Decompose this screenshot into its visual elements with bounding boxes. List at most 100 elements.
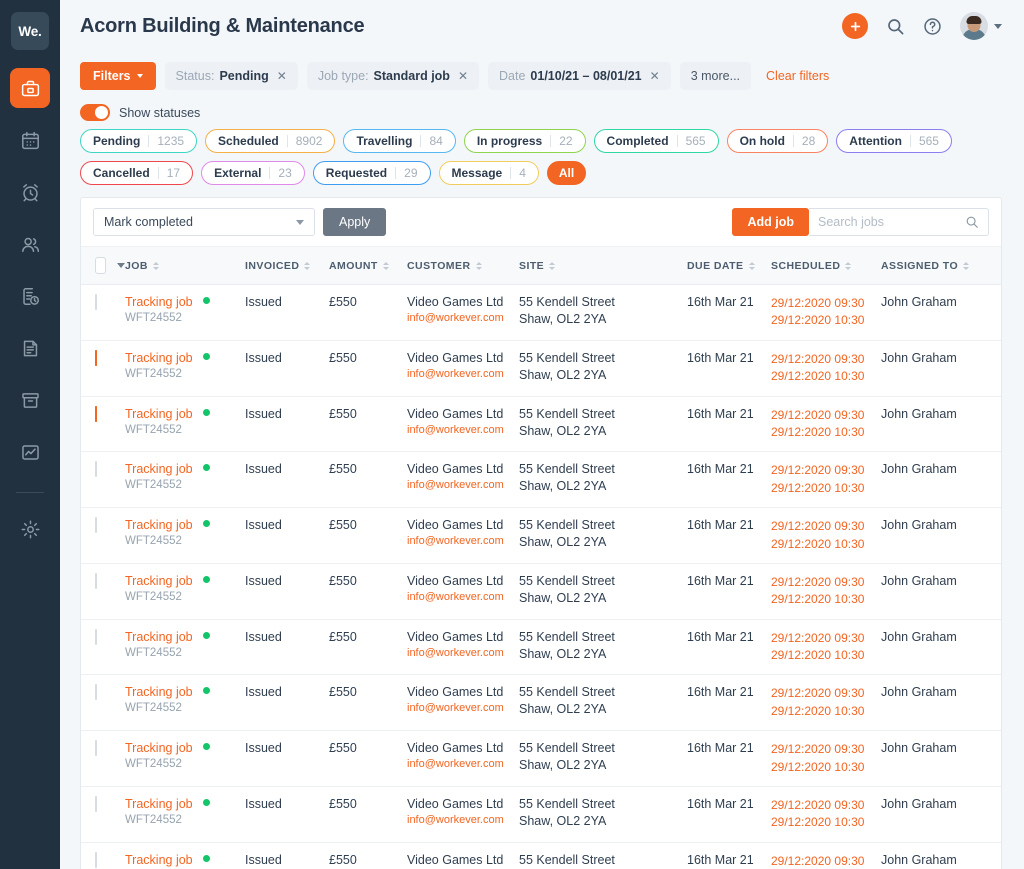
sort-icon[interactable] (963, 261, 970, 270)
row-checkbox[interactable] (95, 349, 97, 366)
status-chip-requested[interactable]: Requested 29 (312, 161, 431, 185)
table-row[interactable]: Tracking jobWFT24552Issued£550Video Game… (81, 674, 1001, 732)
help-button[interactable] (923, 17, 942, 36)
show-statuses-toggle[interactable] (80, 104, 110, 121)
job-link[interactable]: Tracking job (125, 741, 193, 755)
table-row[interactable]: Tracking jobWFT24552Issued£550Video Game… (81, 396, 1001, 453)
status-chip-attention[interactable]: Attention 565 (836, 129, 952, 153)
clear-filters-link[interactable]: Clear filters (766, 69, 829, 83)
row-menu-button[interactable] (991, 351, 1001, 365)
customer-email[interactable]: info@workever.com (407, 368, 519, 380)
row-menu-button[interactable] (991, 685, 1001, 699)
job-link[interactable]: Tracking job (125, 407, 193, 421)
customer-email[interactable]: info@workever.com (407, 424, 519, 436)
sidebar-item-timesheets[interactable] (10, 172, 50, 212)
table-row[interactable]: Tracking jobWFT24552Issued£550Video Game… (81, 619, 1001, 676)
status-chip-external[interactable]: External 23 (201, 161, 305, 185)
status-chip-in-progress[interactable]: In progress 22 (463, 129, 586, 153)
job-link[interactable]: Tracking job (125, 518, 193, 532)
job-link[interactable]: Tracking job (125, 295, 193, 309)
sort-icon[interactable] (382, 261, 389, 270)
job-link[interactable]: Tracking job (125, 630, 193, 644)
filter-chip-1[interactable]: Job type: Standard job ✕ (306, 62, 480, 90)
customer-email[interactable]: info@workever.com (407, 758, 519, 770)
sidebar-item-calendar[interactable] (10, 120, 50, 160)
status-chip-message[interactable]: Message 4 (438, 161, 539, 185)
row-menu-button[interactable] (991, 295, 1001, 309)
column-header-due[interactable]: DUE DATE (687, 247, 771, 285)
column-header-site[interactable]: SITE (519, 247, 687, 285)
customer-email[interactable]: info@workever.com (407, 702, 519, 714)
sort-icon[interactable] (475, 261, 482, 270)
sidebar-item-jobs[interactable] (10, 68, 50, 108)
row-menu-button[interactable] (991, 518, 1001, 532)
row-checkbox[interactable] (95, 684, 97, 701)
row-menu-button[interactable] (991, 574, 1001, 588)
customer-email[interactable]: info@workever.com (407, 535, 519, 547)
table-row[interactable]: Tracking jobWFT24552Issued£550Video Game… (81, 284, 1001, 341)
close-icon[interactable]: ✕ (650, 69, 660, 83)
row-menu-button[interactable] (991, 797, 1001, 811)
customer-email[interactable]: info@workever.com (407, 312, 519, 324)
sidebar-item-settings[interactable] (10, 509, 50, 549)
customer-email[interactable]: info@workever.com (407, 591, 519, 603)
sort-icon[interactable] (748, 261, 755, 270)
apply-button[interactable]: Apply (323, 208, 387, 236)
row-menu-button[interactable] (991, 407, 1001, 421)
table-row[interactable]: Tracking jobWFT24552Issued£550Video Game… (81, 842, 1001, 869)
column-header-invoiced[interactable]: INVOICED (245, 247, 329, 285)
sidebar-item-contacts[interactable] (10, 224, 50, 264)
row-checkbox[interactable] (95, 294, 97, 310)
table-row[interactable]: Tracking jobWFT24552Issued£550Video Game… (81, 507, 1001, 564)
job-link[interactable]: Tracking job (125, 853, 193, 867)
user-menu[interactable] (960, 12, 1002, 40)
row-checkbox[interactable] (95, 461, 97, 478)
chevron-down-icon[interactable] (117, 263, 125, 268)
job-link[interactable]: Tracking job (125, 351, 193, 365)
job-link[interactable]: Tracking job (125, 574, 193, 588)
status-chip-scheduled[interactable]: Scheduled 8902 (205, 129, 336, 153)
column-header-amount[interactable]: AMOUNT (329, 247, 407, 285)
row-menu-button[interactable] (991, 741, 1001, 755)
row-menu-button[interactable] (991, 853, 1001, 867)
sidebar-item-invoices[interactable] (10, 328, 50, 368)
status-chip-completed[interactable]: Completed 565 (593, 129, 719, 153)
filter-chip-2[interactable]: Date 01/10/21 – 08/01/21 ✕ (488, 62, 671, 90)
status-chip-travelling[interactable]: Travelling 84 (343, 129, 456, 153)
status-chip-pending[interactable]: Pending 1235 (80, 129, 198, 153)
table-row[interactable]: Tracking jobWFT24552Issued£550Video Game… (81, 563, 1001, 620)
job-link[interactable]: Tracking job (125, 462, 193, 476)
job-link[interactable]: Tracking job (125, 685, 193, 699)
column-header-sched[interactable]: SCHEDULED (771, 247, 881, 285)
add-button[interactable] (842, 13, 868, 39)
column-header-customer[interactable]: CUSTOMER (407, 247, 519, 285)
row-checkbox[interactable] (95, 572, 97, 589)
status-chip-all[interactable]: All (546, 161, 587, 185)
row-menu-button[interactable] (991, 630, 1001, 644)
customer-email[interactable]: info@workever.com (407, 479, 519, 491)
search-jobs-box[interactable] (809, 208, 989, 236)
row-checkbox[interactable] (95, 740, 97, 757)
sort-icon[interactable] (845, 261, 852, 270)
status-chip-on-hold[interactable]: On hold 28 (726, 129, 829, 153)
add-job-button[interactable]: Add job (732, 208, 809, 236)
table-row[interactable]: Tracking jobWFT24552Issued£550Video Game… (81, 730, 1001, 788)
job-link[interactable]: Tracking job (125, 797, 193, 811)
row-checkbox[interactable] (95, 628, 97, 645)
sort-icon[interactable] (304, 261, 311, 270)
sidebar-item-stock[interactable] (10, 380, 50, 420)
select-all-checkbox[interactable] (95, 257, 106, 274)
search-button[interactable] (886, 17, 905, 36)
filter-chip-0[interactable]: Status: Pending ✕ (164, 62, 298, 90)
sort-icon[interactable] (152, 261, 159, 270)
column-header-job[interactable]: JOB (125, 247, 245, 285)
table-row[interactable]: Tracking jobWFT24552Issued£550Video Game… (81, 786, 1001, 843)
bulk-action-select[interactable]: Mark completed (93, 208, 315, 236)
sort-icon[interactable] (549, 261, 556, 270)
close-icon[interactable]: ✕ (277, 69, 287, 83)
customer-email[interactable]: info@workever.com (407, 814, 519, 826)
search-jobs-input[interactable] (818, 215, 959, 229)
row-checkbox[interactable] (95, 851, 97, 868)
close-icon[interactable]: ✕ (458, 69, 468, 83)
column-header-assigned[interactable]: ASSIGNED TO (881, 247, 991, 285)
